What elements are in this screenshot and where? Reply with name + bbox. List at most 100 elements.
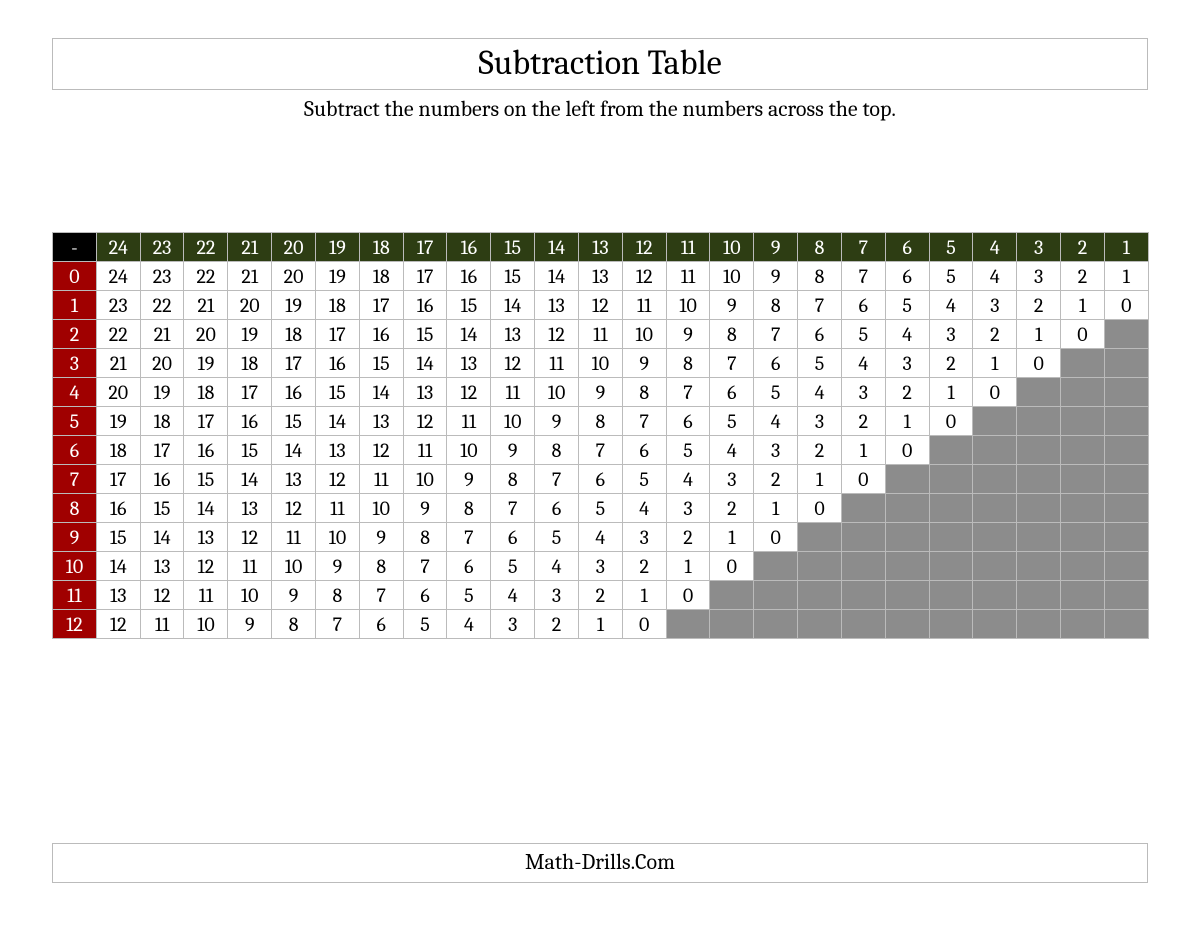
row-header: 2 bbox=[53, 320, 97, 349]
column-header: 23 bbox=[140, 233, 184, 262]
data-cell: 20 bbox=[96, 378, 140, 407]
column-header: 4 bbox=[973, 233, 1017, 262]
table-row: 0242322212019181716151413121110987654321 bbox=[53, 262, 1149, 291]
data-cell bbox=[1104, 552, 1148, 581]
data-cell: 17 bbox=[140, 436, 184, 465]
page-subtitle: Subtract the numbers on the left from th… bbox=[52, 96, 1148, 122]
data-cell bbox=[929, 523, 973, 552]
row-header: 0 bbox=[53, 262, 97, 291]
row-header: 5 bbox=[53, 407, 97, 436]
column-header: 7 bbox=[841, 233, 885, 262]
data-cell: 13 bbox=[315, 436, 359, 465]
data-cell: 2 bbox=[798, 436, 842, 465]
data-cell: 12 bbox=[272, 494, 316, 523]
column-header: 6 bbox=[885, 233, 929, 262]
data-cell: 7 bbox=[798, 291, 842, 320]
table-row: 11131211109876543210 bbox=[53, 581, 1149, 610]
data-cell: 19 bbox=[272, 291, 316, 320]
column-header: 14 bbox=[535, 233, 579, 262]
data-cell bbox=[1104, 349, 1148, 378]
table-row: 8161514131211109876543210 bbox=[53, 494, 1149, 523]
row-header: 7 bbox=[53, 465, 97, 494]
data-cell bbox=[798, 552, 842, 581]
data-cell bbox=[1017, 407, 1061, 436]
data-cell: 5 bbox=[929, 262, 973, 291]
data-cell bbox=[1104, 523, 1148, 552]
data-cell: 4 bbox=[622, 494, 666, 523]
data-cell: 9 bbox=[359, 523, 403, 552]
data-cell: 3 bbox=[622, 523, 666, 552]
data-cell bbox=[973, 552, 1017, 581]
data-cell: 15 bbox=[359, 349, 403, 378]
data-cell: 11 bbox=[140, 610, 184, 639]
column-header: 24 bbox=[96, 233, 140, 262]
data-cell: 4 bbox=[666, 465, 710, 494]
data-cell bbox=[929, 436, 973, 465]
column-header: 2 bbox=[1061, 233, 1105, 262]
data-cell: 12 bbox=[184, 552, 228, 581]
data-cell: 15 bbox=[228, 436, 272, 465]
data-cell: 0 bbox=[754, 523, 798, 552]
data-cell: 15 bbox=[315, 378, 359, 407]
data-cell bbox=[1061, 436, 1105, 465]
data-cell: 10 bbox=[666, 291, 710, 320]
data-cell: 18 bbox=[140, 407, 184, 436]
data-cell bbox=[1017, 581, 1061, 610]
column-header: 17 bbox=[403, 233, 447, 262]
data-cell: 9 bbox=[754, 262, 798, 291]
data-cell: 2 bbox=[754, 465, 798, 494]
column-header: 11 bbox=[666, 233, 710, 262]
data-cell: 18 bbox=[184, 378, 228, 407]
data-cell bbox=[1017, 552, 1061, 581]
data-cell: 2 bbox=[535, 610, 579, 639]
data-cell: 15 bbox=[184, 465, 228, 494]
data-cell bbox=[798, 523, 842, 552]
data-cell: 6 bbox=[491, 523, 535, 552]
data-cell: 16 bbox=[184, 436, 228, 465]
data-cell: 16 bbox=[228, 407, 272, 436]
data-cell: 10 bbox=[578, 349, 622, 378]
data-cell: 5 bbox=[754, 378, 798, 407]
data-cell: 11 bbox=[228, 552, 272, 581]
data-cell: 10 bbox=[447, 436, 491, 465]
data-cell bbox=[1061, 494, 1105, 523]
data-cell: 5 bbox=[578, 494, 622, 523]
data-cell: 20 bbox=[228, 291, 272, 320]
data-cell: 19 bbox=[228, 320, 272, 349]
data-cell bbox=[841, 523, 885, 552]
data-cell bbox=[973, 494, 1017, 523]
data-cell: 5 bbox=[403, 610, 447, 639]
data-cell: 6 bbox=[754, 349, 798, 378]
data-cell: 9 bbox=[666, 320, 710, 349]
data-cell: 4 bbox=[535, 552, 579, 581]
table-row: 121211109876543210 bbox=[53, 610, 1149, 639]
data-cell: 16 bbox=[403, 291, 447, 320]
data-cell: 10 bbox=[535, 378, 579, 407]
data-cell: 11 bbox=[315, 494, 359, 523]
data-cell: 8 bbox=[798, 262, 842, 291]
data-cell: 3 bbox=[535, 581, 579, 610]
data-cell: 7 bbox=[710, 349, 754, 378]
data-cell: 14 bbox=[491, 291, 535, 320]
data-cell bbox=[841, 610, 885, 639]
data-cell: 4 bbox=[491, 581, 535, 610]
data-cell: 9 bbox=[578, 378, 622, 407]
data-cell: 4 bbox=[754, 407, 798, 436]
data-cell: 16 bbox=[140, 465, 184, 494]
data-cell: 4 bbox=[929, 291, 973, 320]
data-cell: 15 bbox=[140, 494, 184, 523]
data-cell: 13 bbox=[403, 378, 447, 407]
data-cell bbox=[885, 552, 929, 581]
data-cell: 3 bbox=[666, 494, 710, 523]
data-cell: 9 bbox=[403, 494, 447, 523]
data-cell: 5 bbox=[491, 552, 535, 581]
data-cell: 11 bbox=[272, 523, 316, 552]
data-cell: 8 bbox=[754, 291, 798, 320]
data-cell: 6 bbox=[885, 262, 929, 291]
data-cell: 12 bbox=[447, 378, 491, 407]
data-cell bbox=[929, 581, 973, 610]
data-cell: 21 bbox=[96, 349, 140, 378]
data-cell: 2 bbox=[841, 407, 885, 436]
data-cell: 12 bbox=[140, 581, 184, 610]
data-cell: 12 bbox=[578, 291, 622, 320]
